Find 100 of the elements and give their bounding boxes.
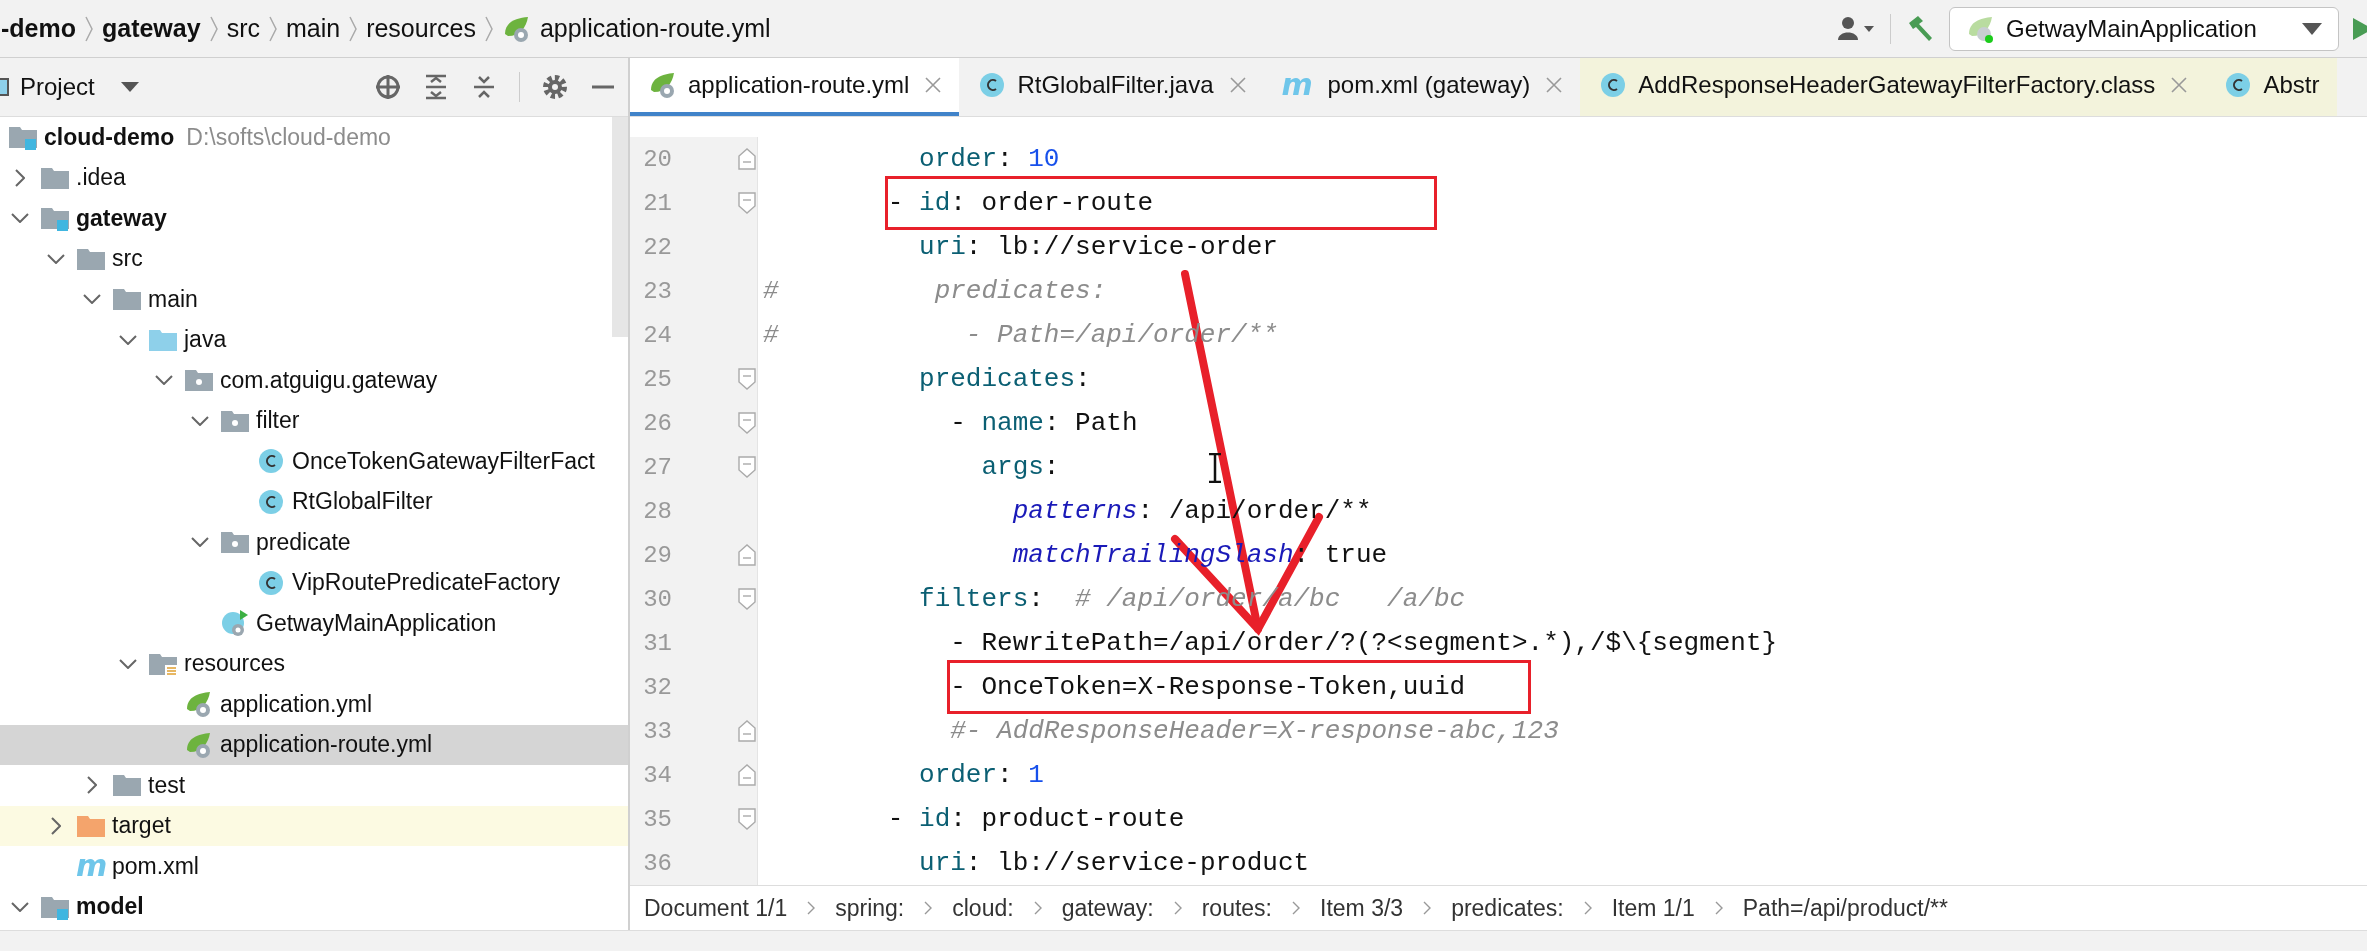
code-line: uri: lb://service-order	[918, 232, 1278, 262]
code-line: #- AddResponseHeader=X-response-abc,123	[949, 716, 1559, 746]
excluded-tree-row[interactable]: target	[0, 805, 628, 846]
fold-marker-icon[interactable]	[738, 588, 756, 610]
chevron-down-icon[interactable]	[119, 658, 137, 669]
chevron-down-icon[interactable]	[83, 294, 101, 305]
tree-item[interactable]: .idea	[76, 164, 126, 192]
package-icon	[184, 367, 214, 394]
tree-item[interactable]: target	[112, 812, 171, 840]
chevron-down-icon[interactable]	[119, 334, 137, 345]
run-configuration-dropdown[interactable]: GetwayMainApplication	[1949, 6, 2339, 51]
fold-marker-icon[interactable]	[738, 192, 756, 214]
fold-marker-icon[interactable]	[738, 412, 756, 434]
fold-marker-icon[interactable]	[738, 720, 756, 742]
tree-item[interactable]: java	[184, 326, 227, 354]
chevron-right-icon	[1714, 901, 1723, 915]
tree-item[interactable]: model	[76, 893, 144, 921]
module-folder-icon	[8, 124, 38, 151]
chevron-down-icon[interactable]	[191, 537, 209, 548]
folder-icon	[112, 772, 142, 799]
chevron-right-icon[interactable]	[51, 816, 61, 835]
chevron-down-icon[interactable]	[155, 375, 173, 386]
chevron-down-icon[interactable]	[11, 213, 29, 224]
structure-path-item[interactable]: gateway:	[1061, 894, 1154, 922]
editor-tab[interactable]: application-route.yml	[630, 58, 960, 116]
chevron-right-icon[interactable]	[15, 168, 25, 187]
tree-item[interactable]: main	[148, 285, 198, 313]
code-line: args:	[980, 452, 1060, 482]
line-number: 34	[642, 761, 672, 789]
panel-icon	[0, 75, 10, 99]
tree-item[interactable]: com.atguigu.gateway	[220, 366, 438, 394]
line-number: 23	[642, 277, 672, 305]
settings-icon[interactable]	[542, 74, 568, 100]
code-line: - RewritePath=/api/order/?(?<segment>.*),/$\{segment}	[949, 628, 1778, 658]
fold-marker-icon[interactable]	[738, 544, 756, 566]
structure-path-item[interactable]: routes:	[1201, 894, 1272, 922]
chevron-right-icon	[1583, 901, 1592, 915]
line-number: 27	[642, 453, 672, 481]
editor-tab[interactable]: Abstr	[2205, 58, 2338, 116]
maven-icon: m	[1281, 70, 1318, 100]
code-line: uri: lb://service-product	[918, 848, 1310, 878]
structure-path-item[interactable]: spring:	[835, 894, 905, 922]
line-number: 31	[642, 629, 672, 657]
chevron-down-icon[interactable]	[47, 253, 65, 264]
tree-item[interactable]: VipRoutePredicateFactory	[292, 569, 561, 597]
selected-tree-row[interactable]: application-route.yml	[0, 724, 628, 765]
code-line: - OnceToken=X-Response-Token,uuid	[758, 663, 1528, 711]
tree-item[interactable]: predicate	[256, 528, 351, 556]
structure-path-item[interactable]: Document 1/1	[644, 894, 788, 922]
package-icon	[220, 529, 250, 556]
breadcrumb-item[interactable]: resources	[366, 14, 476, 43]
tree-item[interactable]: src	[112, 245, 143, 273]
fold-marker-icon[interactable]	[738, 764, 756, 786]
tree-item[interactable]: test	[148, 771, 186, 799]
chevron-down-icon[interactable]	[11, 901, 29, 912]
expand-all-icon[interactable]	[423, 74, 449, 100]
tree-item[interactable]: cloud-demo	[44, 123, 175, 151]
fold-marker-icon[interactable]	[738, 456, 756, 478]
structure-path-item[interactable]: Path=/api/product/**	[1742, 894, 1948, 922]
structure-path-item[interactable]: Item 1/1	[1611, 894, 1695, 922]
editor-tab[interactable]: RtGlobalFilter.java	[959, 58, 1264, 116]
close-icon[interactable]	[925, 77, 942, 93]
breadcrumb-item[interactable]: application-route.yml	[539, 14, 771, 43]
close-icon[interactable]	[1546, 77, 1563, 93]
line-number: 29	[642, 541, 672, 569]
panel-title[interactable]: Project	[20, 73, 95, 101]
fold-marker-icon[interactable]	[738, 148, 756, 170]
scrollbar-thumb[interactable]	[612, 117, 628, 337]
chevron-down-icon[interactable]	[191, 415, 209, 426]
tree-item[interactable]: resources	[184, 650, 285, 678]
chevron-right-icon	[807, 901, 816, 915]
spring-class-icon	[220, 608, 250, 639]
tree-item[interactable]: application-route.yml	[220, 731, 433, 759]
breadcrumb-item[interactable]: gateway	[101, 14, 201, 43]
tree-item[interactable]: application.yml	[220, 690, 373, 718]
structure-path-item[interactable]: predicates:	[1451, 894, 1564, 922]
collapse-all-icon[interactable]	[471, 74, 497, 100]
code-line: # predicates:	[762, 276, 1107, 306]
fold-marker-icon[interactable]	[738, 808, 756, 830]
breadcrumb-item[interactable]: main	[285, 14, 341, 43]
fold-marker-icon[interactable]	[738, 368, 756, 390]
locate-icon[interactable]	[375, 74, 401, 100]
breadcrumb-item[interactable]: l-demo	[0, 14, 76, 43]
editor-tab[interactable]: AddResponseHeaderGatewayFilterFactory.class	[1580, 58, 2206, 116]
line-number: 25	[642, 365, 672, 393]
close-icon[interactable]	[1229, 77, 1246, 93]
structure-path-item[interactable]: Item 3/3	[1320, 894, 1404, 922]
maven-icon: m	[76, 851, 112, 882]
tree-item[interactable]: filter	[256, 407, 300, 435]
tree-item[interactable]: pom.xml	[112, 852, 199, 880]
dropdown-caret-icon[interactable]	[120, 82, 139, 92]
breadcrumb-item[interactable]: src	[226, 14, 260, 43]
editor-tab[interactable]: m pom.xml (gateway)	[1263, 58, 1581, 116]
chevron-right-icon[interactable]	[87, 776, 97, 795]
tree-item[interactable]: gateway	[76, 204, 167, 232]
folder-icon	[112, 286, 142, 313]
structure-path-item[interactable]: cloud:	[952, 894, 1014, 922]
tree-item[interactable]: GetwayMainApplication	[256, 609, 497, 637]
tree-item[interactable]: OnceTokenGatewayFilterFact	[292, 447, 595, 475]
tree-item[interactable]: RtGlobalFilter	[292, 488, 433, 516]
